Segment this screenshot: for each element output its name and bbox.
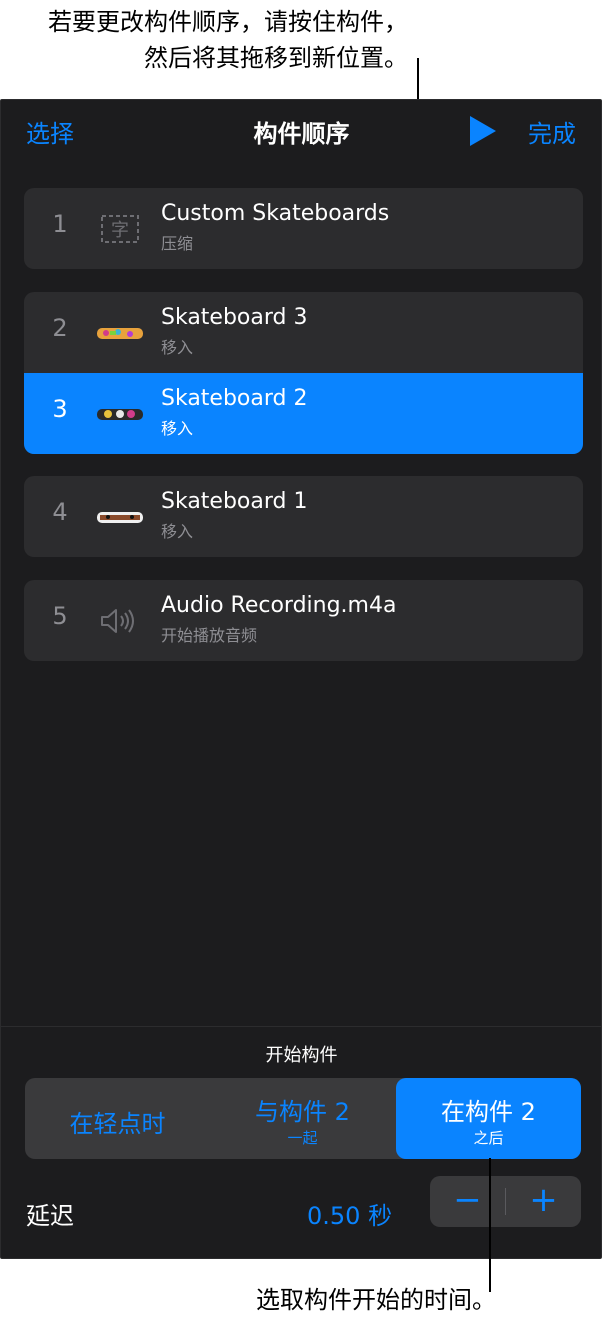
- text-box-icon: 字: [96, 214, 144, 244]
- option-sublabel: 一起: [287, 1129, 318, 1147]
- delay-label: 延迟: [26, 1202, 74, 1230]
- callout-start-time: 选取构件开始的时间。: [256, 1286, 496, 1314]
- skateboard-thumbnail: [96, 318, 144, 348]
- option-with-build[interactable]: 与构件 2 一起: [210, 1078, 395, 1159]
- build-effect: 移入: [161, 338, 194, 357]
- list-item[interactable]: 1 字 Custom Skateboards 压缩: [24, 188, 583, 269]
- option-after-build[interactable]: 在构件 2 之后: [396, 1078, 581, 1159]
- build-title: Custom Skateboards: [161, 201, 390, 226]
- callout-line-2: 然后将其拖移到新位置。: [144, 44, 408, 72]
- decrement-button[interactable]: −: [430, 1176, 505, 1227]
- build-effect: 压缩: [161, 234, 194, 253]
- callout-line-1: 若要更改构件顺序，请按住构件，: [48, 8, 408, 36]
- callout-reorder: 若要更改构件顺序，请按住构件， 然后将其拖移到新位置。: [0, 4, 408, 76]
- option-label: 在构件 2: [441, 1098, 536, 1126]
- option-label: 在轻点时: [69, 1110, 166, 1138]
- page-title: 构件顺序: [253, 120, 350, 148]
- list-item[interactable]: 5 Audio Recording.m4a 开始播放音频: [24, 580, 583, 661]
- build-number: 1: [52, 210, 68, 238]
- increment-button[interactable]: +: [506, 1176, 581, 1227]
- build-title: Skateboard 3: [161, 305, 308, 330]
- leader-line-bottom: [489, 1158, 491, 1292]
- start-build-segmented-control: 在轻点时 与构件 2 一起 在构件 2 之后: [25, 1078, 581, 1159]
- skateboard-thumbnail: [96, 399, 144, 429]
- delay-stepper: − +: [430, 1176, 581, 1227]
- speaker-icon: [96, 606, 144, 636]
- list-item[interactable]: 4 Skateboard 1 移入: [24, 476, 583, 557]
- start-build-label: 开始构件: [265, 1045, 338, 1066]
- build-title: Skateboard 2: [161, 386, 308, 411]
- done-button[interactable]: 完成: [528, 114, 576, 149]
- build-title: Skateboard 1: [161, 489, 308, 514]
- build-number: 4: [52, 498, 68, 526]
- skateboard-thumbnail: [96, 502, 144, 532]
- build-title: Audio Recording.m4a: [161, 593, 397, 618]
- play-icon[interactable]: [470, 116, 496, 146]
- build-number: 2: [52, 314, 68, 342]
- svg-text:字: 字: [111, 220, 129, 241]
- build-effect: 移入: [161, 522, 194, 541]
- option-sublabel: 之后: [473, 1129, 504, 1147]
- delay-value[interactable]: 0.50 秒: [307, 1196, 392, 1231]
- build-effect: 移入: [161, 419, 194, 438]
- option-label: 与构件 2: [255, 1098, 350, 1126]
- select-button[interactable]: 选择: [26, 114, 74, 149]
- option-on-tap[interactable]: 在轻点时: [25, 1078, 210, 1159]
- build-number: 3: [52, 395, 68, 423]
- list-item[interactable]: 2 Skateboard 3 移入: [24, 292, 583, 373]
- divider: [0, 1026, 602, 1027]
- list-item-selected[interactable]: 3 Skateboard 2 移入: [24, 373, 583, 454]
- build-number: 5: [52, 602, 68, 630]
- build-effect: 开始播放音频: [161, 626, 258, 645]
